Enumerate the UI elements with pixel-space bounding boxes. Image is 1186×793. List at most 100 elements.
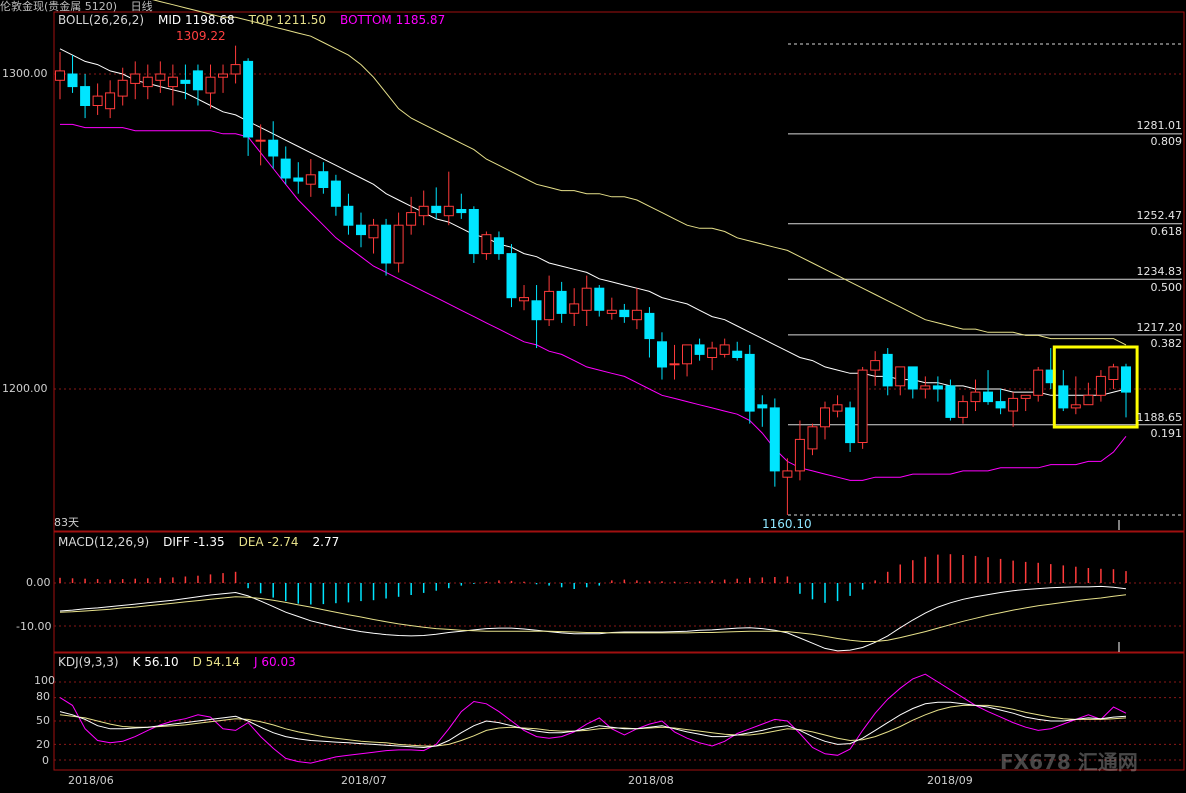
fib-ratio-0809: 0.809 bbox=[1150, 135, 1183, 148]
candle-body bbox=[531, 300, 542, 321]
candle-body bbox=[356, 224, 366, 236]
candle-body bbox=[218, 73, 228, 78]
y-tick-1200: 1200.00 bbox=[2, 382, 48, 395]
candle-body bbox=[456, 209, 467, 214]
macd-diff-value: DIFF -1.35 bbox=[163, 535, 225, 549]
macd-y-tick-neg10: -10.00 bbox=[16, 620, 52, 633]
candle-body bbox=[368, 224, 379, 239]
fib-price-0809: 1281.01 bbox=[1136, 119, 1183, 132]
candle-body bbox=[870, 360, 881, 371]
boll-bottom-value: BOTTOM 1185.87 bbox=[340, 13, 446, 27]
candle-body bbox=[506, 253, 517, 299]
candle-body bbox=[80, 86, 91, 106]
candle-body bbox=[180, 79, 191, 84]
macd-legend: MACD(12,26,9) DIFF -1.35 DEA -2.74 2.77 bbox=[58, 535, 339, 549]
candle-body bbox=[782, 470, 793, 478]
macd-dea-line bbox=[59, 594, 1127, 642]
kdj-d-value: D 54.14 bbox=[192, 655, 241, 669]
title-bar: 伦敦金现(贵金属 5120) 日线 bbox=[0, 0, 1186, 12]
candle-body bbox=[707, 347, 718, 359]
macd-indicator-name[interactable]: MACD(12,26,9) bbox=[58, 535, 149, 549]
candle-body bbox=[657, 341, 667, 368]
candle-body bbox=[1008, 397, 1019, 412]
fib-ratio-0382: 0.382 bbox=[1150, 337, 1183, 350]
kdj-y-tick-80: 80 bbox=[36, 690, 50, 703]
candle-body bbox=[468, 209, 479, 255]
kdj-y-tick-0: 0 bbox=[42, 754, 49, 767]
candle-body bbox=[957, 401, 968, 418]
candle-body bbox=[381, 224, 392, 264]
candle-body bbox=[820, 407, 830, 428]
fib-ratio-0618: 0.618 bbox=[1150, 225, 1183, 238]
candle-body bbox=[92, 95, 103, 106]
candle-body bbox=[268, 139, 279, 157]
candle-body bbox=[443, 205, 454, 217]
candle-body bbox=[1033, 369, 1044, 396]
kdj-y-tick-100: 100 bbox=[34, 674, 55, 687]
candle-body bbox=[393, 224, 404, 264]
candle-body bbox=[544, 290, 555, 321]
watermark-logo: FX678 汇通网 bbox=[1000, 750, 1138, 774]
candle-body bbox=[983, 391, 993, 403]
candle-body bbox=[431, 205, 442, 214]
candle-body bbox=[845, 407, 856, 444]
x-label-2018-07: 2018/07 bbox=[341, 774, 387, 787]
x-label-2018-08: 2018/08 bbox=[628, 774, 674, 787]
candle-body bbox=[995, 401, 1006, 409]
x-label-2018-09: 2018/09 bbox=[927, 774, 973, 787]
candle-body bbox=[1020, 394, 1031, 399]
boll-indicator-name[interactable]: BOLL(26,26,2) bbox=[58, 13, 144, 27]
candle-body bbox=[970, 391, 981, 403]
candle-body bbox=[1095, 375, 1106, 396]
boll-top-value: TOP 1211.50 bbox=[248, 13, 327, 27]
candle-body bbox=[619, 309, 630, 318]
candle-body bbox=[769, 407, 780, 472]
instrument-title[interactable]: 伦敦金现(贵金属 5120) bbox=[0, 0, 117, 12]
kdj-j-value: J 60.03 bbox=[254, 655, 296, 669]
candle-body bbox=[644, 312, 655, 340]
candle-body bbox=[556, 290, 567, 314]
candlestick-chart[interactable] bbox=[0, 0, 1186, 793]
candle-body bbox=[305, 174, 316, 185]
candle-body bbox=[105, 92, 116, 110]
candle-body bbox=[1058, 385, 1069, 409]
candle-body bbox=[895, 366, 906, 387]
kdj-k-line bbox=[59, 701, 1127, 749]
candle-body bbox=[481, 234, 492, 255]
candle-body bbox=[293, 177, 304, 182]
candle-body bbox=[155, 73, 166, 81]
candle-body bbox=[1083, 394, 1094, 406]
macd-y-tick-0: 0.00 bbox=[26, 576, 51, 589]
candle-body bbox=[418, 205, 429, 217]
candle-body bbox=[343, 205, 354, 226]
fib-price-0382: 1217.20 bbox=[1136, 321, 1183, 334]
candle-body bbox=[669, 363, 680, 366]
period-selector[interactable]: 日线 bbox=[131, 0, 153, 12]
candle-body bbox=[719, 344, 730, 355]
candle-body bbox=[594, 287, 605, 311]
macd-diff-line bbox=[59, 585, 1127, 652]
kdj-indicator-name[interactable]: KDJ(9,3,3) bbox=[58, 655, 119, 669]
candle-body bbox=[493, 237, 504, 255]
days-count-label: 83天 bbox=[54, 516, 79, 529]
candle-body bbox=[757, 404, 768, 409]
candle-body bbox=[117, 79, 128, 97]
candle-body bbox=[1070, 404, 1081, 409]
candle-body bbox=[581, 287, 592, 311]
candle-body bbox=[230, 64, 241, 75]
candle-body bbox=[920, 385, 931, 390]
candle-body bbox=[807, 426, 818, 450]
candle-body bbox=[142, 76, 153, 88]
boll-mid-line bbox=[59, 48, 1127, 396]
candle-body bbox=[606, 309, 617, 314]
candle-body bbox=[1121, 366, 1131, 393]
kdj-legend: KDJ(9,3,3) K 56.10 D 54.14 J 60.03 bbox=[58, 655, 296, 669]
candle-body bbox=[406, 212, 417, 226]
y-tick-1300: 1300.00 bbox=[2, 67, 48, 80]
candle-body bbox=[682, 344, 692, 365]
candle-body bbox=[832, 404, 843, 412]
candle-body bbox=[205, 76, 216, 94]
candle-body bbox=[55, 70, 65, 81]
candle-body bbox=[130, 73, 141, 84]
candle-body bbox=[857, 369, 868, 444]
